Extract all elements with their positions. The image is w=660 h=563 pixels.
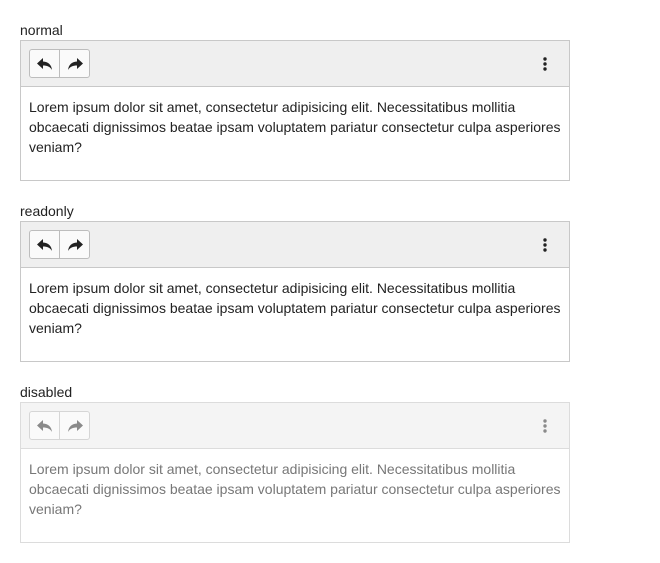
redo-icon [67,238,83,251]
editor-content: Lorem ipsum dolor sit amet, consectetur … [29,461,561,517]
editor-normal: normal Lorem ipsum dolor sit amet, conse… [20,21,570,181]
editor-toolbar [21,222,569,268]
undo-button[interactable] [30,50,59,77]
undo-button [30,412,59,439]
editor-frame: Lorem ipsum dolor sit amet, consectetur … [20,221,570,362]
editor-label: disabled [20,384,73,400]
editor-label: normal [20,22,63,38]
editor-readonly: readonly Lorem ipsum dolor sit amet, con… [20,202,570,362]
more-options-button [531,415,559,437]
undo-icon [36,57,52,70]
editor-frame: Lorem ipsum dolor sit amet, consectetur … [20,40,570,181]
editor-content: Lorem ipsum dolor sit amet, consectetur … [29,280,561,336]
undo-icon [36,238,52,251]
editor-toolbar [21,41,569,87]
editor-disabled: disabled Lorem ipsum dolor sit amet, con… [20,383,570,543]
editor-content[interactable]: Lorem ipsum dolor sit amet, consectetur … [21,87,569,157]
more-vertical-icon [543,238,547,252]
more-vertical-icon [543,419,547,433]
more-vertical-icon [543,57,547,71]
more-options-button[interactable] [531,234,559,256]
redo-button[interactable] [59,50,89,77]
redo-button[interactable] [59,231,89,258]
undo-button[interactable] [30,231,59,258]
history-button-group [29,230,90,259]
redo-icon [67,419,83,432]
redo-button [59,412,89,439]
undo-icon [36,419,52,432]
editor-toolbar [21,403,569,449]
history-button-group [29,411,90,440]
editor-frame: Lorem ipsum dolor sit amet, consectetur … [20,402,570,543]
editor-label: readonly [20,203,74,219]
more-options-button[interactable] [531,53,559,75]
redo-icon [67,57,83,70]
history-button-group [29,49,90,78]
